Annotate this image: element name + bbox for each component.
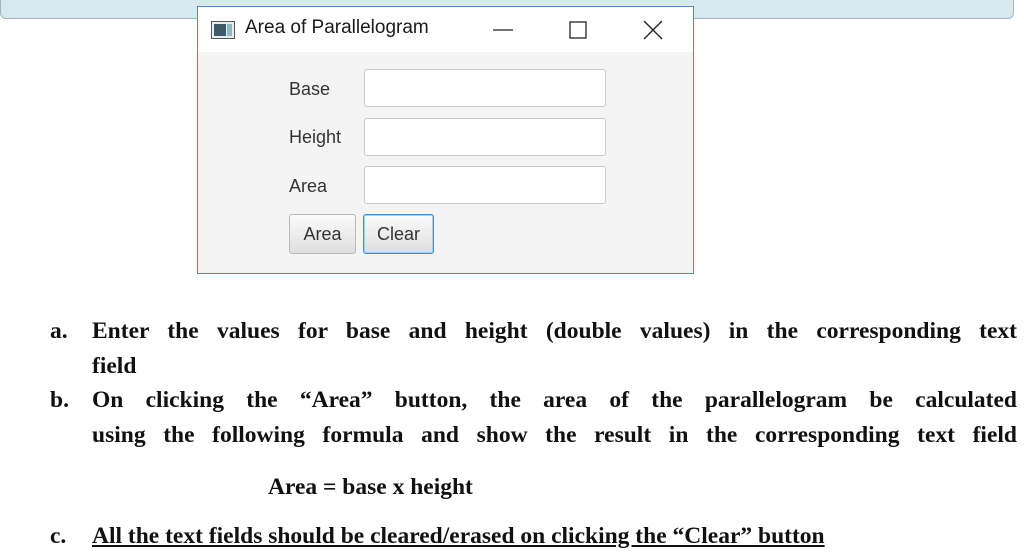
height-input[interactable] [364, 118, 606, 156]
instruction-b-line1: On clicking the “Area” button, the area … [92, 387, 1017, 413]
instruction-a-line2: field [92, 353, 137, 379]
area-output-field[interactable] [364, 166, 606, 204]
height-label: Height [289, 127, 342, 147]
instruction-b-line2: using the following formula and show the… [92, 422, 1017, 448]
app-icon [211, 21, 235, 44]
maximize-icon [569, 21, 587, 39]
instruction-a-marker: a. [50, 318, 68, 344]
instruction-c-marker: c. [50, 523, 67, 549]
instruction-a-line1: Enter the values for base and height (do… [92, 318, 1017, 344]
instruction-a: a. Enter the values for base and height … [50, 314, 1017, 384]
close-icon [643, 20, 663, 40]
instruction-c-line1: All the text fields should be cleared/er… [92, 523, 825, 549]
window-title: Area of Parallelogram [245, 17, 429, 38]
minimize-button[interactable] [489, 17, 517, 43]
app-window: Area of Parallelogram Base Height Area A… [197, 6, 694, 274]
title-bar[interactable]: Area of Parallelogram [198, 7, 693, 52]
minimize-icon [493, 29, 513, 31]
base-label: Base [289, 79, 331, 99]
instruction-b: b. On clicking the “Area” button, the ar… [50, 383, 1017, 453]
area-formula: Area = base x height [268, 474, 473, 500]
instruction-b-marker: b. [50, 387, 69, 413]
instruction-c: c. All the text fields should be cleared… [50, 519, 1017, 554]
area-label: Area [289, 176, 328, 196]
base-input[interactable] [364, 69, 606, 107]
clear-button[interactable]: Clear [363, 214, 434, 254]
area-button[interactable]: Area [289, 214, 356, 254]
maximize-button[interactable] [564, 17, 592, 43]
close-button[interactable] [639, 17, 667, 43]
